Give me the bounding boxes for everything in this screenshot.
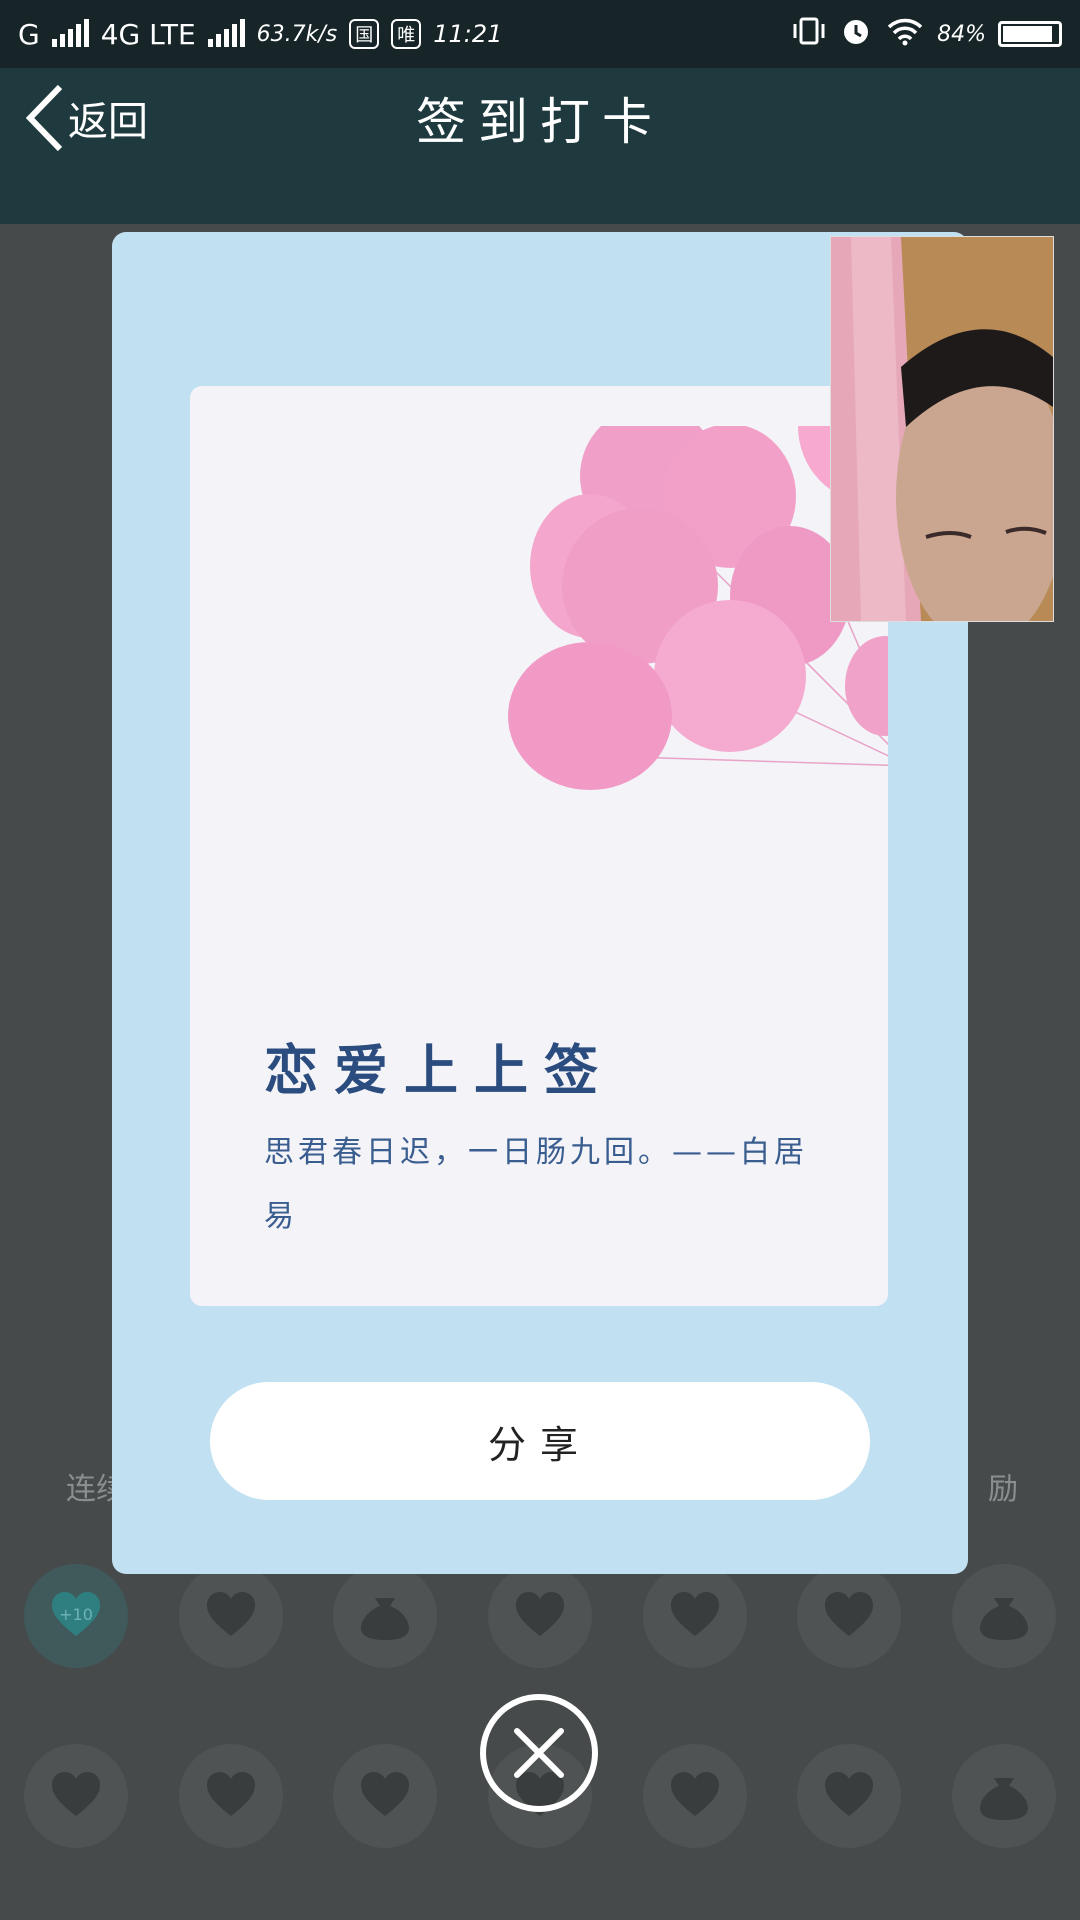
heart-icon [797,1744,902,1848]
video-feed-image [831,237,1053,621]
reward-row-1: +10 [24,1564,1056,1668]
heart-icon [178,1564,283,1668]
share-button[interactable]: 分享 [210,1382,870,1500]
gift-bag-icon [951,1564,1056,1668]
balloons-illustration [508,426,888,790]
close-button[interactable] [480,1694,598,1812]
wifi-icon [885,16,925,53]
status-left: G 4G LTE 63.7k/s 国 唯 11:21 [18,18,502,51]
svg-text:+10: +10 [59,1605,93,1624]
heart-icon [333,1744,438,1848]
gift-bag-icon [333,1564,438,1668]
heart-icon [24,1744,128,1848]
heart-icon [797,1564,902,1668]
heart-icon [487,1564,592,1668]
heart-icon [178,1744,283,1848]
battery-icon [998,21,1062,47]
signal-icon-2 [207,19,245,47]
alarm-icon [839,14,873,55]
vibrate-icon [791,16,827,53]
battery-percent: 84% [937,21,986,47]
app-header: 返回 签到打卡 [0,68,1080,224]
status-bar: G 4G LTE 63.7k/s 国 唯 11:21 84% [0,0,1080,68]
page-title: 签到打卡 [416,93,664,151]
fortune-text: 思君春日迟，一日肠九回。——白居易 [264,1135,808,1234]
heart-icon [642,1744,747,1848]
fortune-title: 恋爱上上签 [264,1039,614,1102]
fortune-card: 恋爱上上签 思君春日迟，一日肠九回。——白居易 [190,386,888,1306]
carrier-label: G [18,17,40,51]
close-icon [514,1728,564,1778]
app-badge-icon: 国 [349,19,380,49]
video-call-overlay[interactable] [830,236,1054,622]
gift-bag-icon [951,1744,1056,1848]
app-badge-icon-2: 唯 [391,19,422,49]
net-speed: 63.7k/s [256,21,338,47]
heart-icon [642,1564,747,1668]
status-right: 84% [791,14,1062,55]
clock: 11:21 [433,20,503,48]
heart-plus-ten-icon: +10 [24,1564,128,1668]
network-type-label: 4G LTE [100,17,196,51]
reward-label: 励 [988,1472,1018,1507]
signal-icon [51,19,89,47]
